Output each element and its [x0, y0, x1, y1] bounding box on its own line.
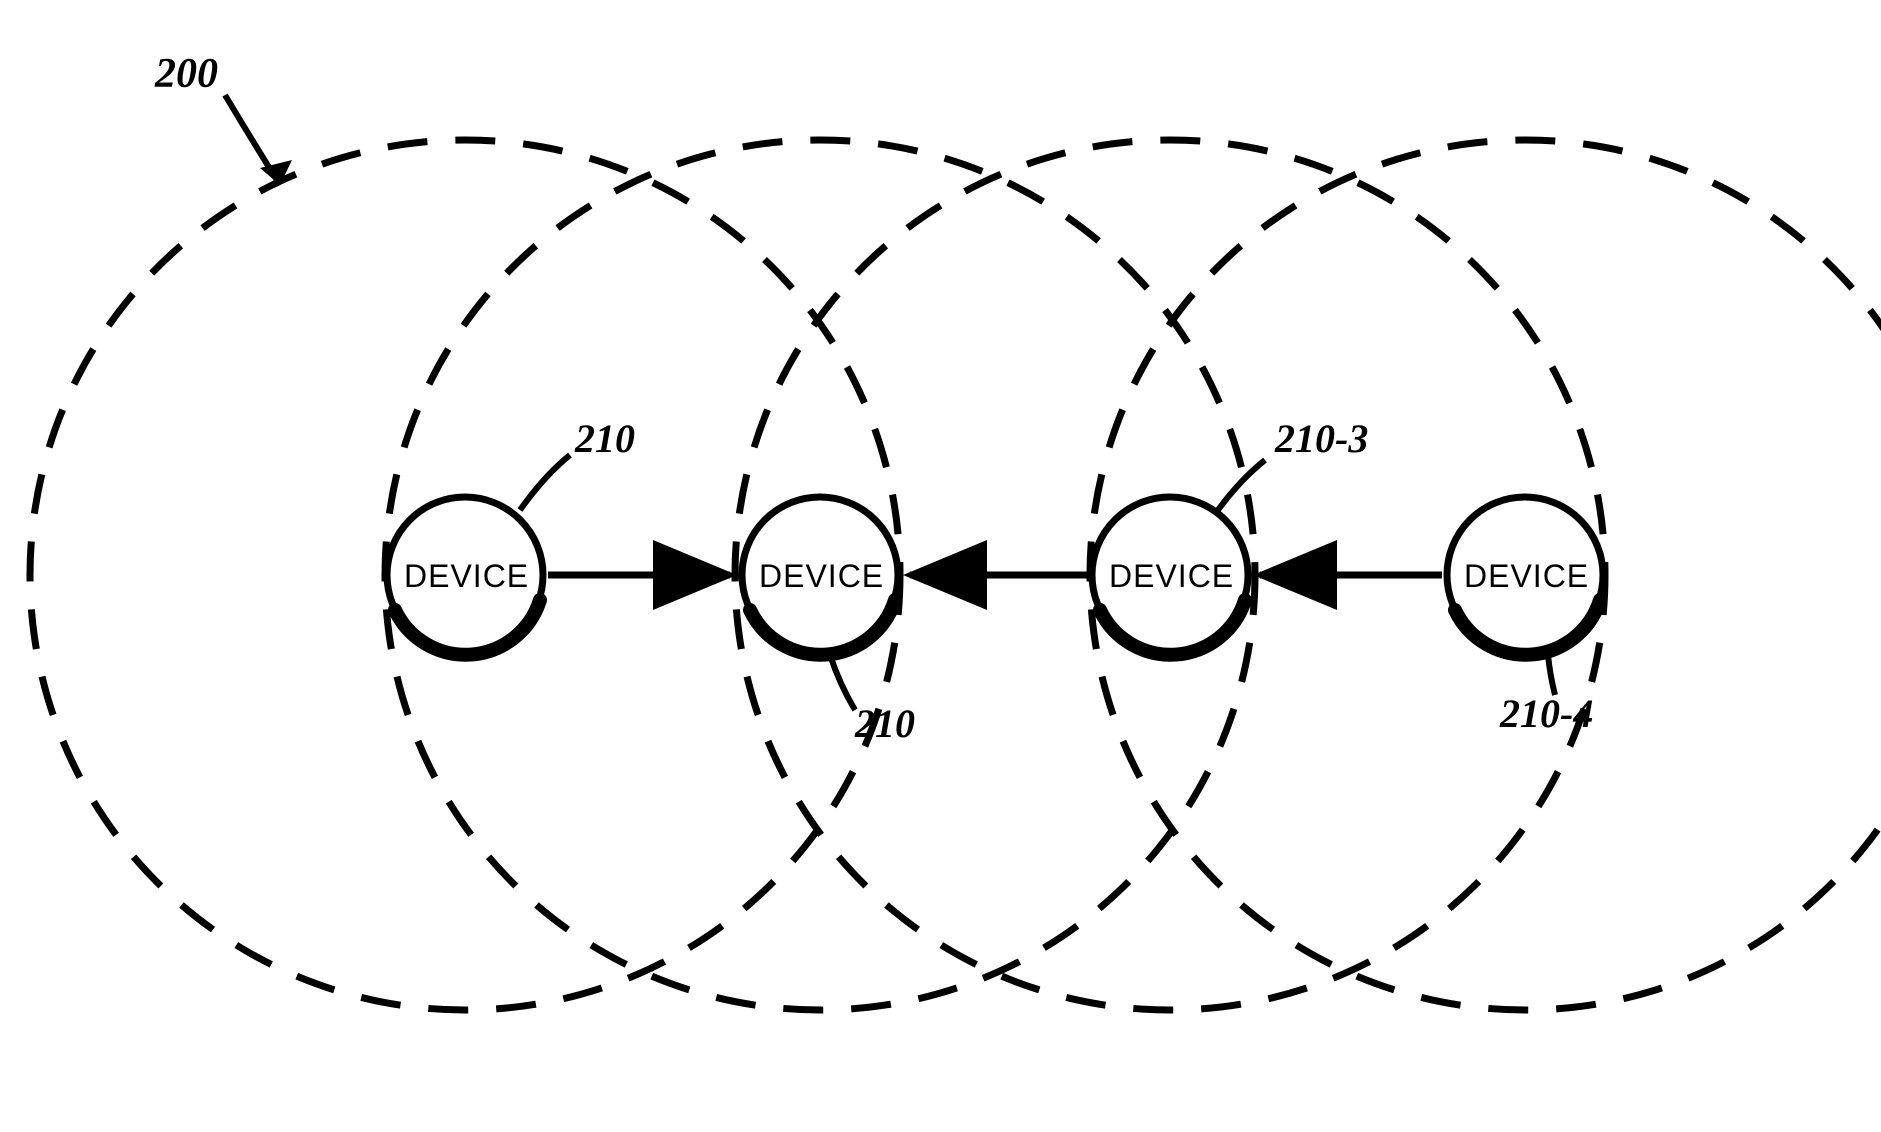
device-2-label: DEVICE	[759, 558, 881, 595]
figure-ref-label: 200	[155, 50, 218, 98]
ref-210-4: 210-4	[1500, 690, 1593, 737]
ref-210-3: 210-3	[1275, 415, 1368, 462]
device-1-label: DEVICE	[404, 558, 526, 595]
diagram-svg	[0, 0, 1881, 1132]
ref-210-2: 210	[855, 700, 915, 747]
device-3-label: DEVICE	[1109, 558, 1231, 595]
leader-210-1	[520, 455, 570, 510]
device-4-label: DEVICE	[1464, 558, 1586, 595]
leader-210-2	[830, 655, 855, 710]
leader-210-4	[1548, 655, 1555, 695]
diagram-canvas: 200 DEVICE DEVICE DEVICE DEVICE 210 210 …	[0, 0, 1881, 1132]
ref-210-1: 210	[575, 415, 635, 462]
